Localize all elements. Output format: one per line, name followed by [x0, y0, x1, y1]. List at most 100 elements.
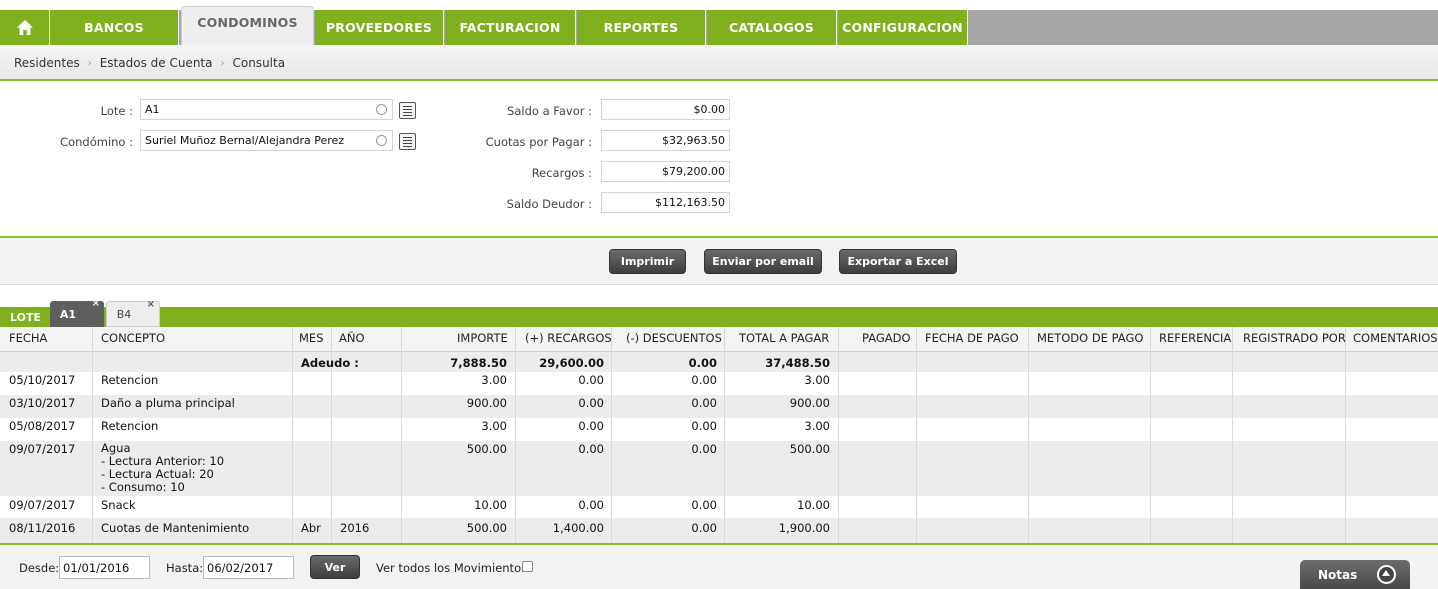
- saldo-deudor-field: [601, 192, 730, 213]
- desde-label: Desde:: [19, 561, 60, 575]
- lote-field[interactable]: [140, 99, 393, 120]
- table-row: [0, 418, 1438, 441]
- condomino-clear-icon[interactable]: [376, 135, 387, 146]
- nav-tab-condominos[interactable]: CONDOMINOS: [181, 6, 314, 45]
- table-row: [0, 496, 1438, 518]
- home-button[interactable]: [0, 10, 50, 45]
- hasta-date-field[interactable]: [203, 556, 294, 579]
- lote-lookup-icon[interactable]: [399, 102, 416, 119]
- ver-button[interactable]: Ver: [310, 555, 360, 579]
- col-comentarios[interactable]: COMENTARIOS: [1353, 331, 1438, 345]
- cell-total: 900.00: [789, 396, 830, 410]
- tab-label: B4: [116, 307, 132, 321]
- column-divider: [1150, 327, 1151, 543]
- lote-tabs: LOTE A1 × B4 ×: [0, 298, 1438, 327]
- tab-label: A1: [59, 307, 77, 321]
- cell-fecha: 09/07/2017: [9, 498, 76, 512]
- cell-importe: 500.00: [466, 442, 507, 456]
- col-anio[interactable]: AÑO: [339, 331, 365, 345]
- notas-button[interactable]: Notas: [1300, 560, 1410, 589]
- lote-clear-icon[interactable]: [376, 104, 387, 115]
- hasta-label: Hasta:: [166, 561, 204, 575]
- cell-anio: 2016: [340, 521, 370, 535]
- ver-todos-checkbox[interactable]: [522, 561, 533, 572]
- cell-recargos: 1,400.00: [552, 521, 604, 535]
- cell-importe: 900.00: [466, 396, 507, 410]
- table-header: FECHA CONCEPTO MES AÑO IMPORTE (+) RECAR…: [0, 327, 1438, 352]
- ver-todos-label: Ver todos los Movimientos: [376, 561, 528, 575]
- cell-concepto: Snack: [101, 498, 136, 512]
- cell-recargos: 0.00: [578, 396, 604, 410]
- saldo-deudor-label: Saldo Deudor :: [506, 197, 592, 211]
- cell-total: 3.00: [804, 373, 830, 387]
- cell-fecha: 05/10/2017: [9, 373, 76, 387]
- cell-total: 3.00: [804, 419, 830, 433]
- nav-tab-configuracion[interactable]: CONFIGURACION: [838, 10, 968, 45]
- close-icon[interactable]: ×: [92, 298, 100, 309]
- cell-recargos: 0.00: [578, 498, 604, 512]
- column-divider: [292, 327, 293, 543]
- tab-a1[interactable]: A1 ×: [50, 298, 104, 327]
- desde-date-field[interactable]: [59, 556, 150, 579]
- col-registrado-por[interactable]: REGISTRADO POR: [1243, 331, 1346, 345]
- nav-tab-catalogos[interactable]: CATALOGOS: [707, 10, 837, 45]
- col-fecha-pago[interactable]: FECHA DE PAGO: [925, 331, 1019, 345]
- col-recargos[interactable]: (+) RECARGOS: [525, 331, 612, 345]
- col-fecha[interactable]: FECHA: [9, 331, 47, 345]
- condomino-label: Condómino :: [60, 135, 133, 149]
- saldo-favor-label: Saldo a Favor :: [507, 104, 592, 118]
- adeudo-descuentos: 0.00: [688, 356, 717, 370]
- breadcrumb-bar: Residentes › Estados de Cuenta › Consult…: [0, 45, 1438, 81]
- col-referencia[interactable]: REFERENCIA: [1159, 331, 1231, 345]
- cell-recargos: 0.00: [578, 373, 604, 387]
- nav-tab-proveedores[interactable]: PROVEEDORES: [315, 10, 444, 45]
- saldo-favor-field: [601, 99, 730, 120]
- breadcrumb-residentes[interactable]: Residentes: [14, 56, 80, 70]
- col-metodo-pago[interactable]: METODO DE PAGO: [1037, 331, 1143, 345]
- col-total[interactable]: TOTAL A PAGAR: [739, 331, 829, 345]
- breadcrumb: Residentes › Estados de Cuenta › Consult…: [14, 56, 285, 70]
- col-importe[interactable]: IMPORTE: [457, 331, 508, 345]
- table-row: [0, 372, 1438, 395]
- column-divider: [1345, 327, 1346, 543]
- close-icon[interactable]: ×: [147, 299, 155, 310]
- col-pagado[interactable]: PAGADO: [862, 331, 911, 345]
- col-concepto[interactable]: CONCEPTO: [101, 331, 165, 345]
- breadcrumb-separator-icon: ›: [220, 57, 225, 69]
- adeudo-importe: 7,888.50: [450, 356, 507, 370]
- notas-label: Notas: [1318, 567, 1358, 582]
- cell-recargos: 0.00: [578, 442, 604, 456]
- cell-concepto: Cuotas de Mantenimiento: [101, 521, 250, 535]
- expand-up-icon: [1377, 565, 1397, 584]
- col-descuentos[interactable]: (-) DESCUENTOS: [626, 331, 722, 345]
- condomino-lookup-icon[interactable]: [399, 133, 416, 150]
- cell-concepto: Retencion: [101, 419, 159, 433]
- exportar-excel-button[interactable]: Exportar a Excel: [839, 249, 957, 274]
- cell-descuentos: 0.00: [691, 442, 717, 456]
- cell-concepto: Daño a pluma principal: [101, 396, 235, 410]
- cell-importe: 3.00: [481, 419, 507, 433]
- action-bar: Imprimir Enviar por email Exportar a Exc…: [0, 236, 1438, 285]
- nav-tab-facturacion[interactable]: FACTURACION: [445, 10, 576, 45]
- column-divider: [92, 327, 93, 543]
- tab-b4[interactable]: B4 ×: [106, 299, 160, 327]
- imprimir-button[interactable]: Imprimir: [609, 249, 686, 274]
- col-mes[interactable]: MES: [299, 331, 324, 345]
- adeudo-row: [0, 352, 1438, 372]
- adeudo-total: 37,488.50: [765, 356, 830, 370]
- adeudo-label: Adeudo :: [301, 356, 359, 370]
- column-divider: [1028, 327, 1029, 543]
- cell-fecha: 05/08/2017: [9, 419, 76, 433]
- breadcrumb-separator-icon: ›: [87, 57, 92, 69]
- cell-descuentos: 0.00: [691, 396, 717, 410]
- breadcrumb-estados-de-cuenta[interactable]: Estados de Cuenta: [100, 56, 213, 70]
- main-navigation: BANCOS CONDOMINOS PROVEEDORES FACTURACIO…: [0, 6, 1438, 45]
- enviar-email-button[interactable]: Enviar por email: [704, 249, 822, 274]
- cell-concepto: Retencion: [101, 373, 159, 387]
- cell-descuentos: 0.00: [691, 373, 717, 387]
- cell-concepto: Agua - Lectura Anterior: 10 - Lectura Ac…: [101, 442, 224, 494]
- nav-tab-reportes[interactable]: REPORTES: [577, 10, 706, 45]
- nav-tab-bancos[interactable]: BANCOS: [50, 10, 179, 45]
- cell-descuentos: 0.00: [691, 498, 717, 512]
- condomino-field[interactable]: [140, 130, 393, 151]
